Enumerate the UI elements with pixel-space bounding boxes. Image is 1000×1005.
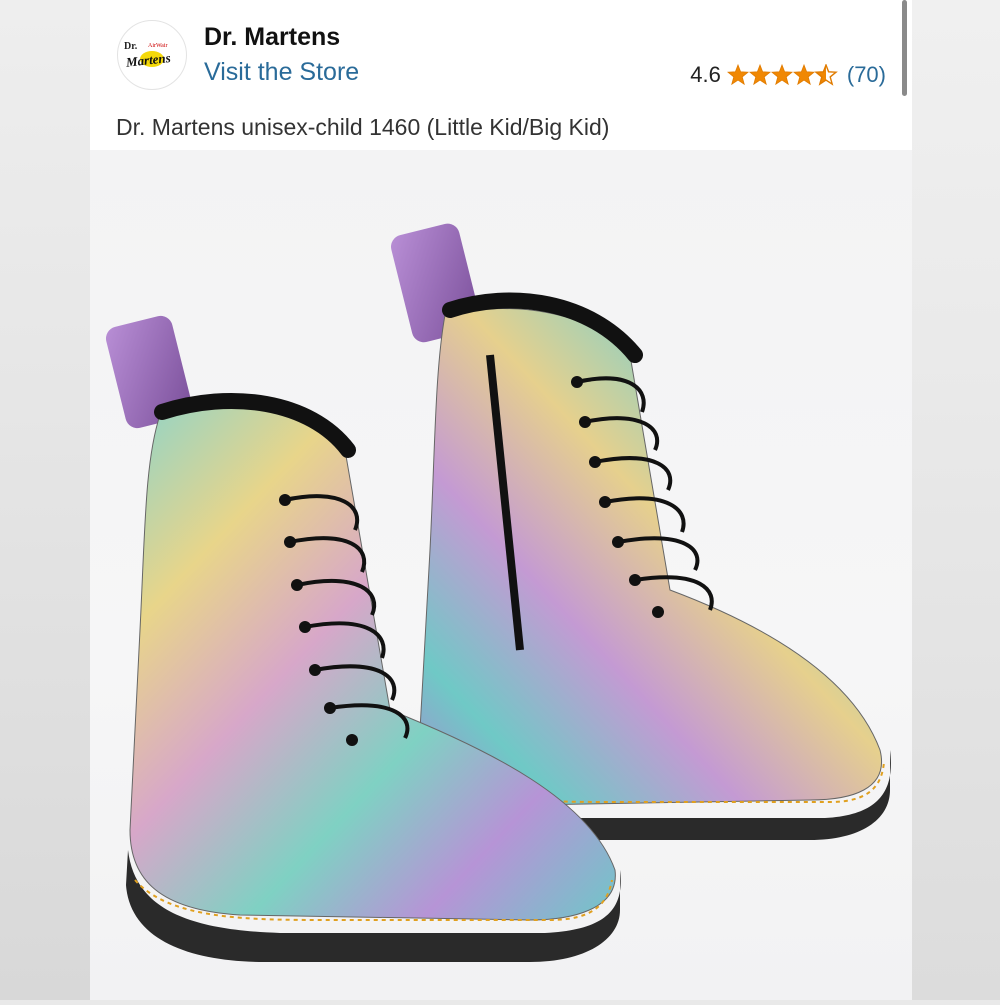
scrollbar[interactable] (902, 0, 907, 96)
brand-logo[interactable]: Dr. AirWair Martens (117, 20, 187, 90)
rating-value: 4.6 (690, 62, 721, 87)
product-card: Dr. AirWair Martens Dr. Martens Visit th… (90, 0, 912, 1000)
star-rating (727, 64, 839, 86)
svg-text:AirWair: AirWair (148, 43, 168, 49)
dr-martens-logo-icon: Dr. AirWair Martens (119, 22, 185, 88)
product-header: Dr. AirWair Martens Dr. Martens Visit th… (90, 0, 912, 150)
product-title: Dr. Martens unisex-child 1460 (Little Ki… (116, 114, 610, 140)
rainbow-boots-image-icon (105, 223, 891, 962)
rating-summary[interactable]: 4.6 (70) (690, 62, 886, 88)
blurred-background-left (0, 0, 90, 1000)
brand-name: Dr. Martens (204, 23, 341, 51)
review-count-link[interactable]: (70) (847, 62, 886, 88)
product-image[interactable] (90, 150, 912, 1000)
visit-store-link[interactable]: Visit the Store (204, 58, 359, 87)
svg-text:Dr.: Dr. (124, 41, 138, 52)
stars-icon (727, 64, 837, 85)
blurred-background-right (912, 0, 1000, 1000)
